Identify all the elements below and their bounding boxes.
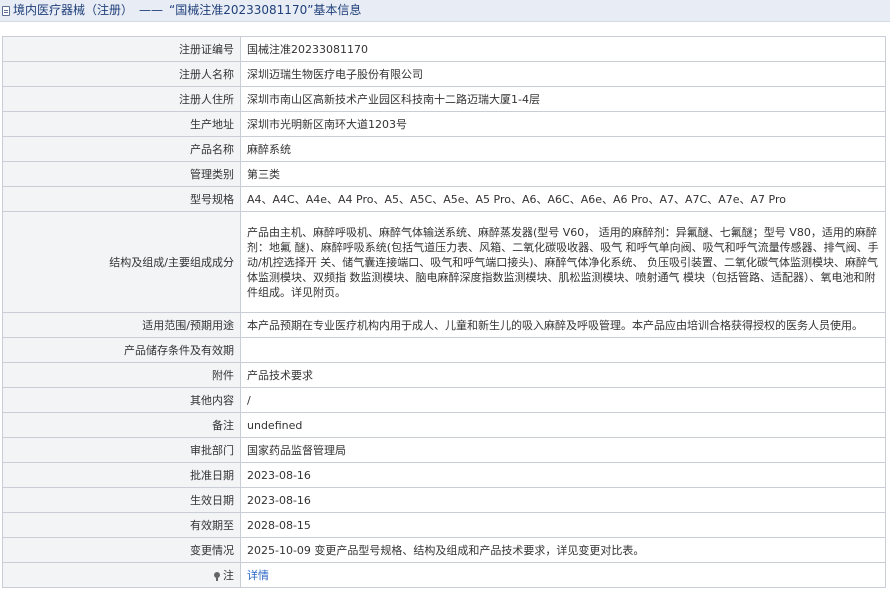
row-label: 附件 (2, 362, 241, 388)
row-label: 产品名称 (2, 136, 241, 162)
row-label: 管理类别 (2, 161, 241, 187)
table-row: 备注 undefined (2, 412, 886, 438)
row-label: 注册证编号 (2, 36, 241, 62)
note-row-value-cell: 详情 (240, 562, 886, 588)
row-value: 2028-08-15 (240, 512, 886, 538)
row-label: 生产地址 (2, 111, 241, 137)
note-row: 注 详情 (2, 562, 886, 588)
note-label-text: 注 (223, 568, 234, 582)
table-row: 注册证编号 国械注准20233081170 (2, 36, 886, 62)
row-label: 有效期至 (2, 512, 241, 538)
row-label: 审批部门 (2, 437, 241, 463)
row-value: 国家药品监督管理局 (240, 437, 886, 463)
note-row-label-cell: 注 (2, 562, 241, 588)
breadcrumb-separator: —— (139, 3, 164, 17)
page-header: 境内医疗器械（注册） —— “国械注准20233081170”基本信息 (0, 0, 890, 22)
row-label: 其他内容 (2, 387, 241, 413)
row-value: 产品技术要求 (240, 362, 886, 388)
row-value: 产品由主机、麻醉呼吸机、麻醉气体输送系统、麻醉蒸发器(型号 V60， 适用的麻醉… (240, 211, 886, 313)
row-value: 国械注准20233081170 (240, 36, 886, 62)
row-label: 注册人名称 (2, 61, 241, 87)
row-value: 2023-08-16 (240, 462, 886, 488)
table-row: 有效期至 2028-08-15 (2, 512, 886, 538)
table-row: 产品储存条件及有效期 (2, 337, 886, 363)
table-row: 生产地址 深圳市光明新区南环大道1203号 (2, 111, 886, 137)
row-label: 型号规格 (2, 186, 241, 212)
table-row: 批准日期 2023-08-16 (2, 462, 886, 488)
info-table: 注册证编号 国械注准20233081170 注册人名称 深圳迈瑞生物医疗电子股份… (2, 36, 886, 588)
row-label: 结构及组成/主要组成成分 (2, 211, 241, 313)
table-row: 审批部门 国家药品监督管理局 (2, 437, 886, 463)
row-label: 备注 (2, 412, 241, 438)
pin-icon (214, 572, 220, 582)
row-value: 深圳迈瑞生物医疗电子股份有限公司 (240, 61, 886, 87)
row-label: 生效日期 (2, 487, 241, 513)
row-value: 第三类 (240, 161, 886, 187)
row-value: 麻醉系统 (240, 136, 886, 162)
row-label: 适用范围/预期用途 (2, 312, 241, 338)
row-value: undefined (240, 412, 886, 438)
row-value: 深圳市南山区高新技术产业园区科技南十二路迈瑞大厦1-4层 (240, 86, 886, 112)
table-row: 管理类别 第三类 (2, 161, 886, 187)
table-row: 变更情况 2025-10-09 变更产品型号规格、结构及组成和产品技术要求，详见… (2, 537, 886, 563)
row-label: 变更情况 (2, 537, 241, 563)
row-value: 本产品预期在专业医疗机构内用于成人、儿童和新生儿的吸入麻醉及呼吸管理。本产品应由… (240, 312, 886, 338)
row-label: 批准日期 (2, 462, 241, 488)
row-label: 产品储存条件及有效期 (2, 337, 241, 363)
table-row: 适用范围/预期用途 本产品预期在专业医疗机构内用于成人、儿童和新生儿的吸入麻醉及… (2, 312, 886, 338)
document-icon (2, 5, 10, 16)
table-row: 结构及组成/主要组成成分 产品由主机、麻醉呼吸机、麻醉气体输送系统、麻醉蒸发器(… (2, 211, 886, 313)
row-value: 2023-08-16 (240, 487, 886, 513)
table-row: 其他内容 / (2, 387, 886, 413)
info-table-container: 注册证编号 国械注准20233081170 注册人名称 深圳迈瑞生物医疗电子股份… (2, 36, 886, 588)
table-row: 生效日期 2023-08-16 (2, 487, 886, 513)
breadcrumb-section[interactable]: 境内医疗器械（注册） (13, 0, 133, 21)
table-row: 注册人名称 深圳迈瑞生物医疗电子股份有限公司 (2, 61, 886, 87)
table-row: 型号规格 A4、A4C、A4e、A4 Pro、A5、A5C、A5e、A5 Pro… (2, 186, 886, 212)
row-value: 深圳市光明新区南环大道1203号 (240, 111, 886, 137)
row-value: / (240, 387, 886, 413)
row-value: 2025-10-09 变更产品型号规格、结构及组成和产品技术要求，详见变更对比表… (240, 537, 886, 563)
note-label: 注 (214, 568, 234, 583)
table-row: 产品名称 麻醉系统 (2, 136, 886, 162)
page-title: “国械注准20233081170”基本信息 (169, 3, 362, 17)
row-value: A4、A4C、A4e、A4 Pro、A5、A5C、A5e、A5 Pro、A6、A… (240, 186, 886, 212)
table-row: 注册人住所 深圳市南山区高新技术产业园区科技南十二路迈瑞大厦1-4层 (2, 86, 886, 112)
row-value (240, 337, 886, 363)
table-row: 附件 产品技术要求 (2, 362, 886, 388)
row-label: 注册人住所 (2, 86, 241, 112)
detail-link[interactable]: 详情 (247, 569, 269, 582)
